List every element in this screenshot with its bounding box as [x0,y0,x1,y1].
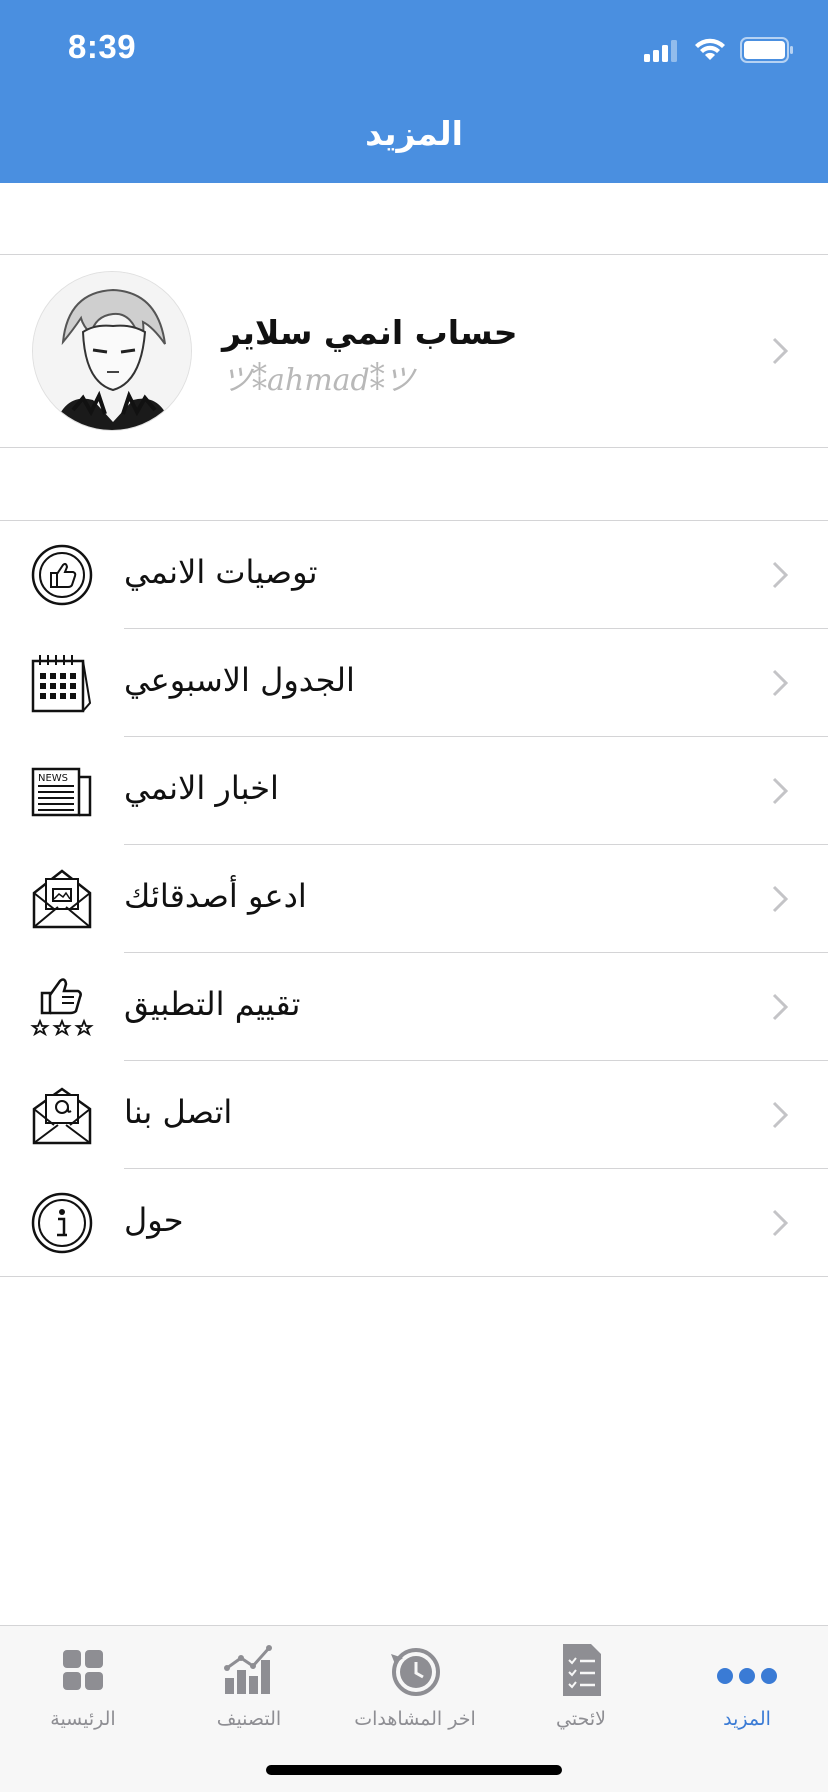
profile-username: ツ⁑ahmad⁑ツ [222,363,415,398]
status-time: 8:39 [68,28,137,65]
invitation-envelope-icon [32,869,92,929]
tab-recently-watched[interactable]: اخر المشاهدات [332,1626,498,1746]
menu-item-about[interactable]: حول [0,1169,828,1277]
tab-my-list[interactable]: لائحتي [498,1626,664,1746]
home-indicator[interactable] [266,1765,562,1775]
chevron-right-icon [772,1209,788,1237]
tab-label: اخر المشاهدات [354,1708,476,1730]
more-screen: 8:39 المزيد حساب انمي سلاير ツ⁑ahmad⁑ツ تو… [0,0,828,1792]
history-icon [391,1648,440,1696]
chevron-right-icon [772,669,788,697]
tab-label: المزيد [723,1708,771,1730]
profile-row[interactable]: حساب انمي سلاير ツ⁑ahmad⁑ツ [0,255,828,447]
divider [0,1276,828,1277]
chevron-right-icon [772,561,788,589]
newspaper-icon: NEWS [31,767,92,817]
wifi-icon [695,38,725,60]
menu-item-anime-recommendations[interactable]: توصيات الانمي [0,521,828,629]
menu-item-invite-friends[interactable]: ادعو أصدقائك [0,845,828,953]
avatar [32,271,192,431]
svg-text:NEWS: NEWS [38,773,68,784]
menu-label: ادعو أصدقائك [124,877,307,915]
chart-icon [224,1645,272,1694]
chevron-right-icon [772,993,788,1021]
rate-app-icon [30,978,94,1037]
profile-name: حساب انمي سلاير [222,313,518,352]
list-icon [563,1644,601,1696]
chevron-right-icon [772,885,788,913]
divider [0,447,828,448]
tab-label: لائحتي [556,1708,606,1730]
menu-item-weekly-schedule[interactable]: الجدول الاسبوعي [0,629,828,737]
menu-item-rate-app[interactable]: تقييم التطبيق [0,953,828,1061]
menu-label: حول [124,1201,184,1239]
menu-label: اتصل بنا [124,1093,233,1131]
tab-label: التصنيف [216,1708,282,1730]
thumbs-up-badge-icon [31,544,93,606]
chevron-right-icon [772,777,788,805]
navigation-header: 8:39 المزيد [0,0,828,183]
menu-item-contact-us[interactable]: اتصل بنا [0,1061,828,1169]
tab-ranking[interactable]: التصنيف [166,1626,332,1746]
tab-home[interactable]: الرئيسية [0,1626,166,1746]
calendar-icon [31,655,92,713]
email-icon [32,1087,92,1145]
more-dots-icon [717,1668,777,1684]
menu-item-anime-news[interactable]: NEWS اخبار الانمي [0,737,828,845]
status-icons [644,34,794,66]
tab-label: الرئيسية [50,1708,116,1730]
menu-label: اخبار الانمي [124,769,279,807]
menu-label: توصيات الانمي [124,553,318,591]
grid-icon [63,1650,103,1690]
tab-more[interactable]: المزيد [664,1626,828,1746]
menu-label: تقييم التطبيق [124,985,301,1023]
chevron-right-icon [772,337,788,365]
battery-icon [740,37,793,63]
cellular-signal-icon [644,40,677,62]
chevron-right-icon [772,1101,788,1129]
menu-label: الجدول الاسبوعي [124,661,355,699]
page-title: المزيد [365,114,463,153]
info-icon [31,1192,93,1254]
